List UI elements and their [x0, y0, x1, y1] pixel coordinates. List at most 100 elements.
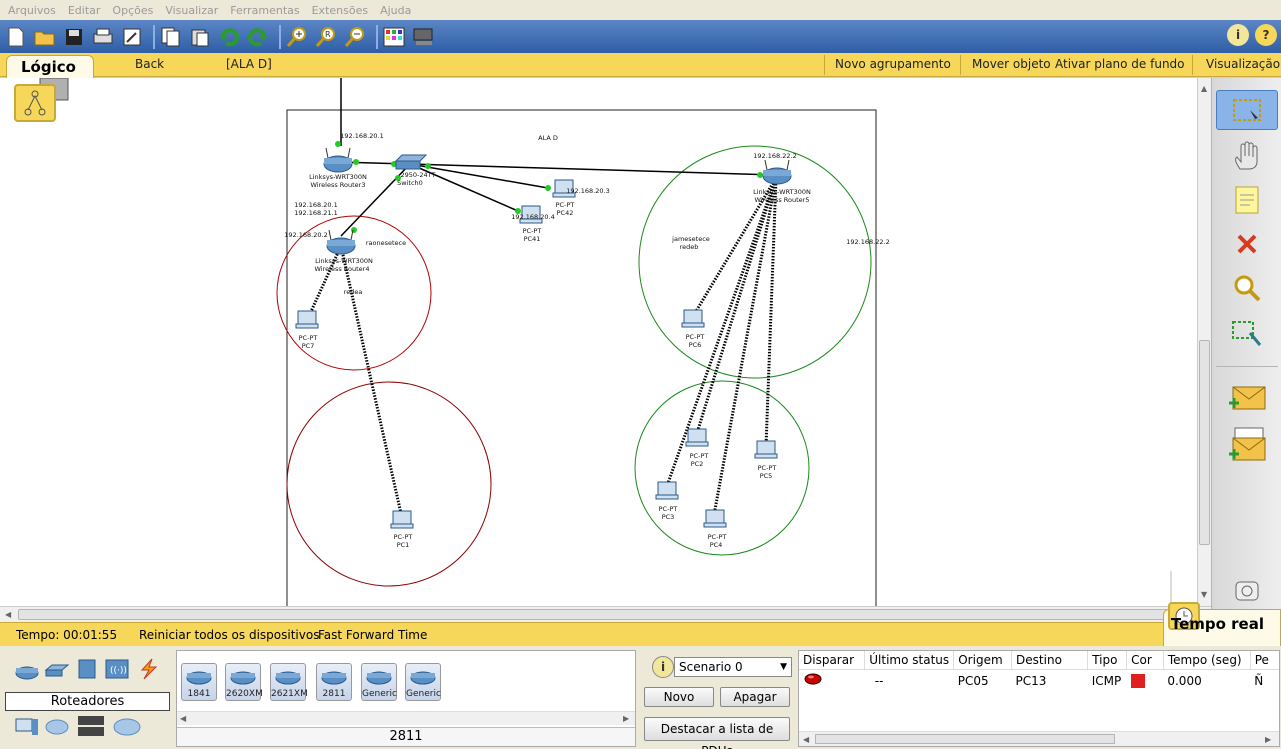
model-2811[interactable]: 2811: [316, 663, 352, 703]
logical-view-icon[interactable]: [14, 84, 56, 122]
note-icon[interactable]: [1216, 180, 1278, 220]
pdu-periodic: Ñ: [1254, 673, 1264, 688]
copy-icon[interactable]: [159, 25, 183, 49]
model-1841[interactable]: 1841: [181, 663, 217, 703]
model-generic-2[interactable]: Generic: [405, 663, 441, 703]
col-last-status[interactable]: Último status: [864, 651, 955, 670]
pc41-model: PC-PT: [523, 227, 542, 235]
add-complex-pdu-icon[interactable]: [1216, 424, 1278, 464]
menu-editar[interactable]: Editar: [64, 4, 105, 17]
help-icon[interactable]: ?: [1255, 24, 1277, 46]
logical-workspace-bar: Lógico Back [ALA D] Novo agrupamento Mov…: [0, 53, 1281, 85]
hand-icon[interactable]: [1216, 136, 1278, 176]
simulation-mode-icon[interactable]: [1216, 574, 1278, 608]
model-list-scrollbar[interactable]: ◀ ▶: [177, 711, 635, 725]
info-icon[interactable]: i: [652, 656, 674, 678]
col-periodic[interactable]: Pe: [1250, 651, 1279, 670]
inspect-icon[interactable]: [1216, 268, 1278, 308]
end-devices-icon[interactable]: [14, 716, 40, 738]
router-icon[interactable]: [762, 159, 792, 185]
col-time[interactable]: Tempo (seg): [1163, 651, 1251, 670]
pc3-label: PC3: [662, 513, 675, 521]
set-background-button[interactable]: Ativar plano de fundo: [1055, 57, 1185, 71]
topology-canvas[interactable]: 192.168.20.1 ALA D Linksys-WRT300N Wirel…: [0, 78, 1197, 606]
open-folder-icon[interactable]: [33, 25, 57, 49]
menu-arquivos[interactable]: Arquivos: [4, 4, 60, 17]
undo-icon[interactable]: [217, 25, 241, 49]
col-fire[interactable]: Disparar: [799, 651, 866, 670]
new-file-icon[interactable]: [4, 25, 28, 49]
col-type[interactable]: Tipo: [1087, 651, 1128, 670]
logical-workspace[interactable]: 192.168.20.1 ALA D Linksys-WRT300N Wirel…: [0, 78, 1197, 606]
zoom-reset-icon[interactable]: R: [314, 25, 338, 49]
move-object-button[interactable]: Mover objeto: [972, 57, 1051, 71]
router4-net-note: raonesetece: [366, 239, 406, 247]
pc1-label: PC1: [397, 541, 410, 549]
scenario-select[interactable]: Scenario 0 ▼: [674, 657, 792, 677]
print-icon[interactable]: [91, 25, 115, 49]
viewport-button[interactable]: Visualização: [1206, 57, 1280, 71]
fire-indicator[interactable]: [799, 670, 865, 692]
fast-forward-button[interactable]: Fast Forward Time: [318, 628, 427, 642]
svg-text:R: R: [325, 30, 331, 39]
switches-icon[interactable]: [44, 660, 70, 682]
model-generic-1[interactable]: Generic: [361, 663, 397, 703]
wan-emulation-icon[interactable]: [44, 716, 70, 738]
pdu-source: PC05: [957, 673, 989, 688]
new-scenario-button[interactable]: Novo: [644, 687, 714, 707]
pc2-label: PC2: [691, 460, 704, 468]
col-destination[interactable]: Destino: [1011, 651, 1089, 670]
router-icon[interactable]: [326, 229, 356, 255]
bottom-panel: ((·)) Roteadores 1841 2620XM 2621XM 2811…: [0, 646, 1281, 749]
wireless-icon[interactable]: ((·)): [104, 658, 130, 680]
zoom-in-icon[interactable]: [285, 25, 309, 49]
router-icon[interactable]: [323, 147, 353, 173]
toggle-pdu-list-button[interactable]: Destacar a lista de PDUs: [644, 717, 790, 749]
menu-ferramentas[interactable]: Ferramentas: [226, 4, 303, 17]
add-simple-pdu-icon[interactable]: [1216, 378, 1278, 418]
pc42-label: PC42: [557, 209, 574, 217]
delete-icon[interactable]: [1216, 224, 1278, 264]
pdu-list-scrollbar[interactable]: ◀ ▶: [799, 731, 1279, 746]
pc6-label: PC6: [689, 341, 702, 349]
menu-extensoes[interactable]: Extensões: [308, 4, 372, 17]
table-row[interactable]: -- PC05 PC13 ICMP 0.000 Ñ: [799, 670, 1279, 692]
new-cluster-button[interactable]: Novo agrupamento: [835, 57, 951, 71]
col-source[interactable]: Origem: [953, 651, 1013, 670]
router4-label: Wireless Router4: [315, 265, 370, 273]
menu-ajuda[interactable]: Ajuda: [376, 4, 415, 17]
tab-realtime[interactable]: Tempo real: [1163, 602, 1281, 647]
pc7-label: PC7: [302, 342, 315, 350]
routers-icon[interactable]: [14, 660, 40, 682]
redo-icon[interactable]: [246, 25, 270, 49]
hubs-icon[interactable]: [74, 658, 100, 680]
resize-shape-icon[interactable]: [1216, 314, 1278, 354]
col-color[interactable]: Cor: [1126, 651, 1164, 670]
cluster-frame: [286, 109, 877, 606]
palette-icon[interactable]: [382, 25, 406, 49]
activity-wizard-icon[interactable]: [120, 25, 144, 49]
device-model-list: 1841 2620XM 2621XM 2811 Generic Generic …: [176, 650, 636, 747]
model-2621xm[interactable]: 2621XM: [270, 663, 308, 703]
back-button[interactable]: Back: [135, 57, 164, 71]
delete-scenario-button[interactable]: Apagar: [720, 687, 790, 707]
menu-visualizar[interactable]: Visualizar: [161, 4, 222, 17]
custom-device-icon[interactable]: [411, 25, 435, 49]
save-icon[interactable]: [62, 25, 86, 49]
router5-label: Wireless Router5: [755, 196, 810, 204]
select-icon[interactable]: [1216, 90, 1278, 130]
menu-opcoes[interactable]: Opções: [108, 4, 157, 17]
model-2620xm[interactable]: 2620XM: [225, 663, 263, 703]
router5-ip: 192.168.22.2: [753, 152, 796, 160]
multiuser-icon[interactable]: [112, 716, 141, 738]
workspace-vertical-scrollbar[interactable]: ▲ ▼: [1197, 78, 1211, 606]
custom-devices-icon[interactable]: [76, 714, 104, 736]
zoom-out-icon[interactable]: [343, 25, 367, 49]
switch-icon[interactable]: [394, 154, 428, 170]
reset-devices-button[interactable]: Reiniciar todos os dispositivos: [139, 628, 319, 642]
paste-icon[interactable]: [188, 25, 212, 49]
workspace-horizontal-scrollbar[interactable]: ◀ ▶: [0, 606, 1211, 622]
connections-icon[interactable]: [136, 658, 162, 680]
info-icon[interactable]: i: [1227, 24, 1249, 46]
router4-net-note-2: redea: [344, 288, 363, 296]
